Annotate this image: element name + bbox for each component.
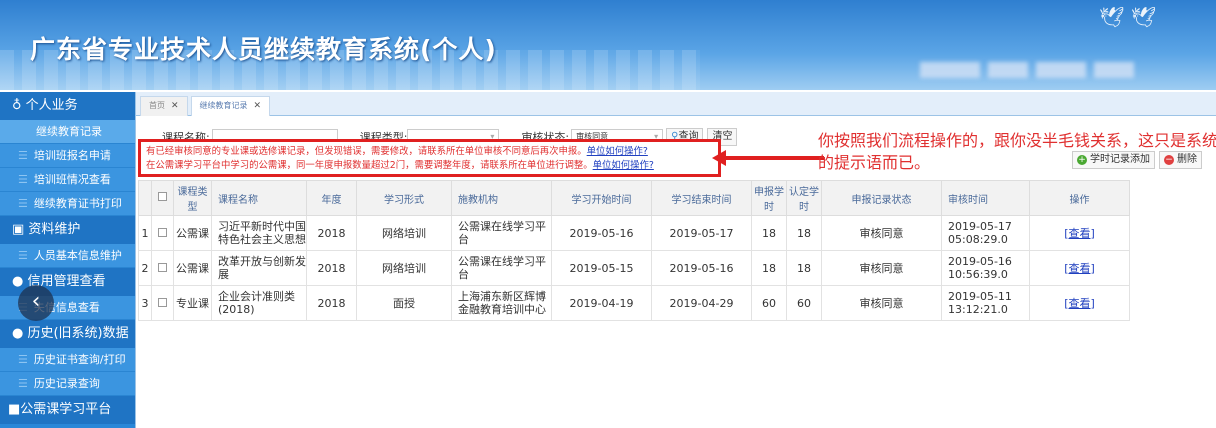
close-icon[interactable]: ✕ <box>171 101 179 111</box>
row-checkbox[interactable] <box>158 227 167 237</box>
sidebar-group-profile[interactable]: ▣ 资料维护 <box>0 216 135 244</box>
toolbar-actions: + 学时记录添加 − 删除 <box>1072 151 1202 169</box>
main-content: 首页✕ 继续教育记录✕ 课程名称: 课程类型: 审核状态: 审核同意 ⚲查询 清… <box>135 92 1216 428</box>
user-info-blurred <box>920 62 1160 78</box>
cell-org: 公需课在线学习平台 <box>451 250 552 286</box>
cell-year: 2018 <box>306 215 357 251</box>
cell-type: 公需课 <box>173 250 212 286</box>
cell-start: 2019-05-15 <box>551 250 652 286</box>
view-link[interactable]: [查看] <box>1064 297 1095 310</box>
sidebar-item-training-view[interactable]: ☰ 培训班情况查看 <box>0 168 135 192</box>
back-arrow-button[interactable]: ‹ <box>18 285 54 321</box>
header-banner: 🕊 🕊 广东省专业技术人员继续教育系统(个人) <box>0 0 1216 90</box>
table-row: 3 专业课 企业会计准则类(2018) 2018 面授 上海浦东新区辉博金融教育培训中心 2… <box>138 285 1130 321</box>
cell-approved: 18 <box>786 250 822 286</box>
pin-icon: ● <box>12 326 28 341</box>
list-icon: ☰ <box>18 377 28 390</box>
cell-year: 2018 <box>306 285 357 321</box>
how-to-link[interactable]: 单位如何操作? <box>593 160 654 171</box>
list-icon: ☰ <box>18 197 28 210</box>
view-link[interactable]: [查看] <box>1064 227 1095 240</box>
row-number: 2 <box>138 250 152 286</box>
cell-form: 网络培训 <box>356 250 452 286</box>
plus-icon: + <box>1077 155 1087 165</box>
cell-time: 2019-05-16 10:56:39.0 <box>941 250 1030 286</box>
cell-status: 审核同意 <box>821 215 942 251</box>
cell-start: 2019-04-19 <box>551 285 652 321</box>
arrow-annotation <box>712 150 824 166</box>
view-link[interactable]: [查看] <box>1064 262 1095 275</box>
cell-end: 2019-05-16 <box>651 250 752 286</box>
cell-form: 面授 <box>356 285 452 321</box>
cell-approved: 60 <box>786 285 822 321</box>
cell-end: 2019-05-17 <box>651 215 752 251</box>
cell-type: 专业课 <box>173 285 212 321</box>
cell-name: 改革开放与创新发展 <box>211 250 307 286</box>
cell-name: 习近平新时代中国特色社会主义思想 <box>211 215 307 251</box>
table-row: 1 公需课 习近平新时代中国特色社会主义思想 2018 网络培训 公需课在线学习平台 201… <box>138 215 1130 251</box>
cell-hours: 18 <box>751 215 787 251</box>
cell-type: 公需课 <box>173 215 212 251</box>
cell-time: 2019-05-11 13:12:21.0 <box>941 285 1030 321</box>
sidebar-item-history-cert[interactable]: ☰ 历史证书查询/打印 <box>0 348 135 372</box>
system-title: 广东省专业技术人员继续教育系统(个人) <box>30 35 497 64</box>
minus-icon: − <box>1164 155 1174 165</box>
row-number: 1 <box>138 215 152 251</box>
person-icon: ♁ <box>12 98 26 113</box>
tab-home[interactable]: 首页 ✕ <box>140 96 188 116</box>
doves-decoration: 🕊 🕊 <box>1098 5 1156 29</box>
row-number: 3 <box>138 285 152 321</box>
cell-org: 上海浦东新区辉博金融教育培训中心 <box>451 285 552 321</box>
square-icon: ■ <box>8 402 21 417</box>
how-to-link[interactable]: 单位如何操作? <box>587 146 648 157</box>
cell-status: 审核同意 <box>821 250 942 286</box>
table-row: 2 公需课 改革开放与创新发展 2018 网络培训 公需课在线学习平台 2019-05-15… <box>138 250 1130 286</box>
cell-time: 2019-05-17 05:08:29.0 <box>941 215 1030 251</box>
list-icon: ☰ <box>18 353 28 366</box>
tab-bar: 首页 ✕ 继续教育记录 ✕ <box>136 92 1216 116</box>
delete-button[interactable]: − 删除 <box>1159 151 1202 169</box>
add-record-button[interactable]: + 学时记录添加 <box>1072 151 1155 169</box>
cell-approved: 18 <box>786 215 822 251</box>
cell-status: 审核同意 <box>821 285 942 321</box>
sidebar: ♁ 个人业务 继续教育记录 ☰ 培训班报名申请 ☰ 培训班情况查看 ☰ 继续教育证书打… <box>0 92 135 428</box>
list-icon: ☰ <box>18 149 28 162</box>
select-all-checkbox[interactable] <box>158 192 167 201</box>
list-icon: ☰ <box>18 249 28 262</box>
close-icon[interactable]: ✕ <box>254 101 262 111</box>
pin-icon: ● <box>12 274 28 289</box>
row-checkbox[interactable] <box>158 262 167 272</box>
cell-start: 2019-05-16 <box>551 215 652 251</box>
sidebar-item-cert-print[interactable]: ☰ 继续教育证书打印 <box>0 192 135 216</box>
cell-end: 2019-04-29 <box>651 285 752 321</box>
cell-form: 网络培训 <box>356 215 452 251</box>
cell-hours: 60 <box>751 285 787 321</box>
records-table: 课程类型 课程名称 年度 学习形式 施教机构 学习开始时间 学习结束时间 申报学… <box>138 180 1130 321</box>
sidebar-item-training-apply[interactable]: ☰ 培训班报名申请 <box>0 144 135 168</box>
tab-records[interactable]: 继续教育记录 ✕ <box>190 96 271 116</box>
notice-box: 有已经审核同意的专业课或选修课记录，但发现错误，需要修改，请联系所在单位审核不同… <box>138 139 721 177</box>
cell-name: 企业会计准则类(2018) <box>211 285 307 321</box>
sidebar-group-personal[interactable]: ♁ 个人业务 <box>0 92 135 120</box>
sidebar-item-history-records[interactable]: ☰ 历史记录查询 <box>0 372 135 396</box>
sidebar-group-history[interactable]: ● 历史(旧系统)数据 <box>0 320 135 348</box>
sidebar-group-public-course[interactable]: ■公需课学习平台 <box>0 396 135 424</box>
row-checkbox[interactable] <box>158 297 167 307</box>
cell-year: 2018 <box>306 250 357 286</box>
sidebar-item-basic-info[interactable]: ☰ 人员基本信息维护 <box>0 244 135 268</box>
list-icon: ☰ <box>18 173 28 186</box>
sidebar-item-records[interactable]: 继续教育记录 <box>0 120 135 144</box>
cell-hours: 18 <box>751 250 787 286</box>
cell-org: 公需课在线学习平台 <box>451 215 552 251</box>
card-icon: ▣ <box>12 222 29 237</box>
